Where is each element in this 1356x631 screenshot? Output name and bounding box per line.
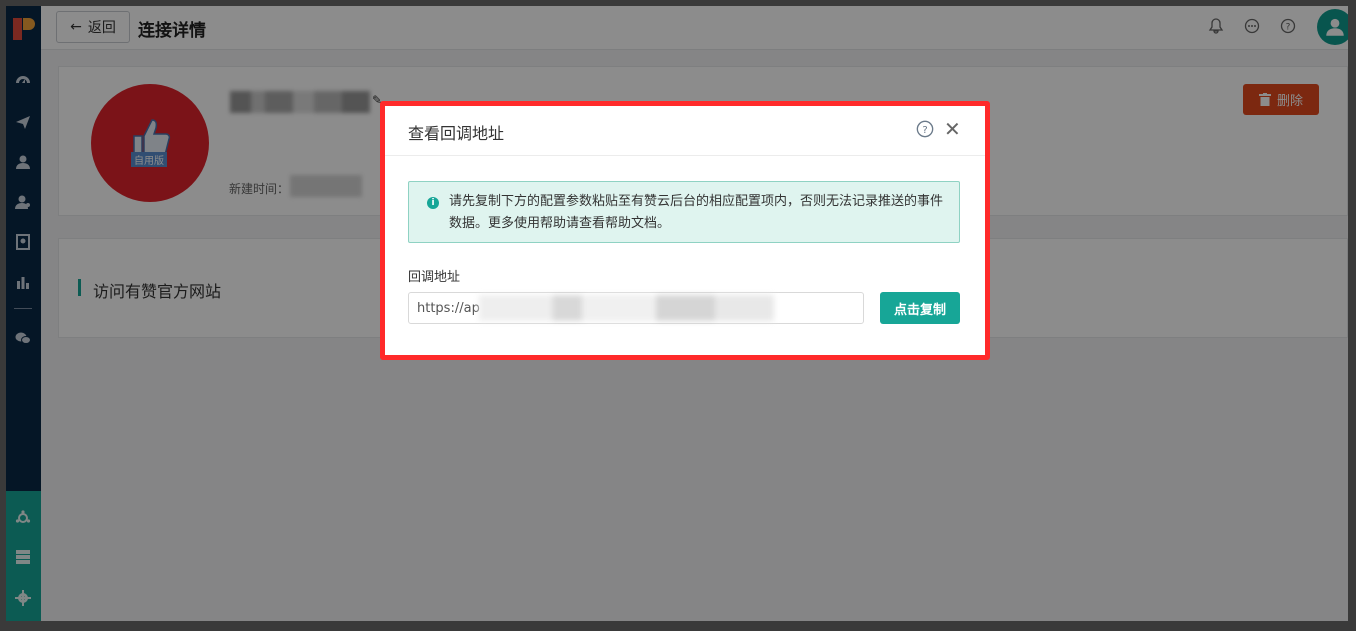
modal-title: 查看回调地址 bbox=[408, 124, 505, 143]
svg-text:?: ? bbox=[922, 125, 927, 136]
copy-button[interactable]: 点击复制 bbox=[880, 292, 960, 324]
callback-url-input[interactable]: https://ap bbox=[408, 292, 864, 324]
callback-url-modal: 查看回调地址 ? ✕ i 请先复制下方的配置参数粘贴至有赞云后台的相应配置项内，… bbox=[385, 106, 985, 355]
close-icon[interactable]: ✕ bbox=[944, 118, 961, 140]
info-alert: i 请先复制下方的配置参数粘贴至有赞云后台的相应配置项内，否则无法记录推送的事件… bbox=[408, 181, 960, 243]
url-redacted bbox=[479, 295, 774, 321]
alert-text: 请先复制下方的配置参数粘贴至有赞云后台的相应配置项内，否则无法记录推送的事件数据… bbox=[449, 194, 944, 231]
info-icon: i bbox=[427, 197, 439, 209]
callback-url-value: https://ap bbox=[417, 301, 480, 316]
modal-header: 查看回调地址 ? ✕ bbox=[385, 106, 985, 156]
callback-url-label: 回调地址 bbox=[408, 270, 461, 285]
modal-highlight-outline: 查看回调地址 ? ✕ i 请先复制下方的配置参数粘贴至有赞云后台的相应配置项内，… bbox=[380, 101, 990, 360]
help-icon[interactable]: ? bbox=[916, 120, 934, 142]
